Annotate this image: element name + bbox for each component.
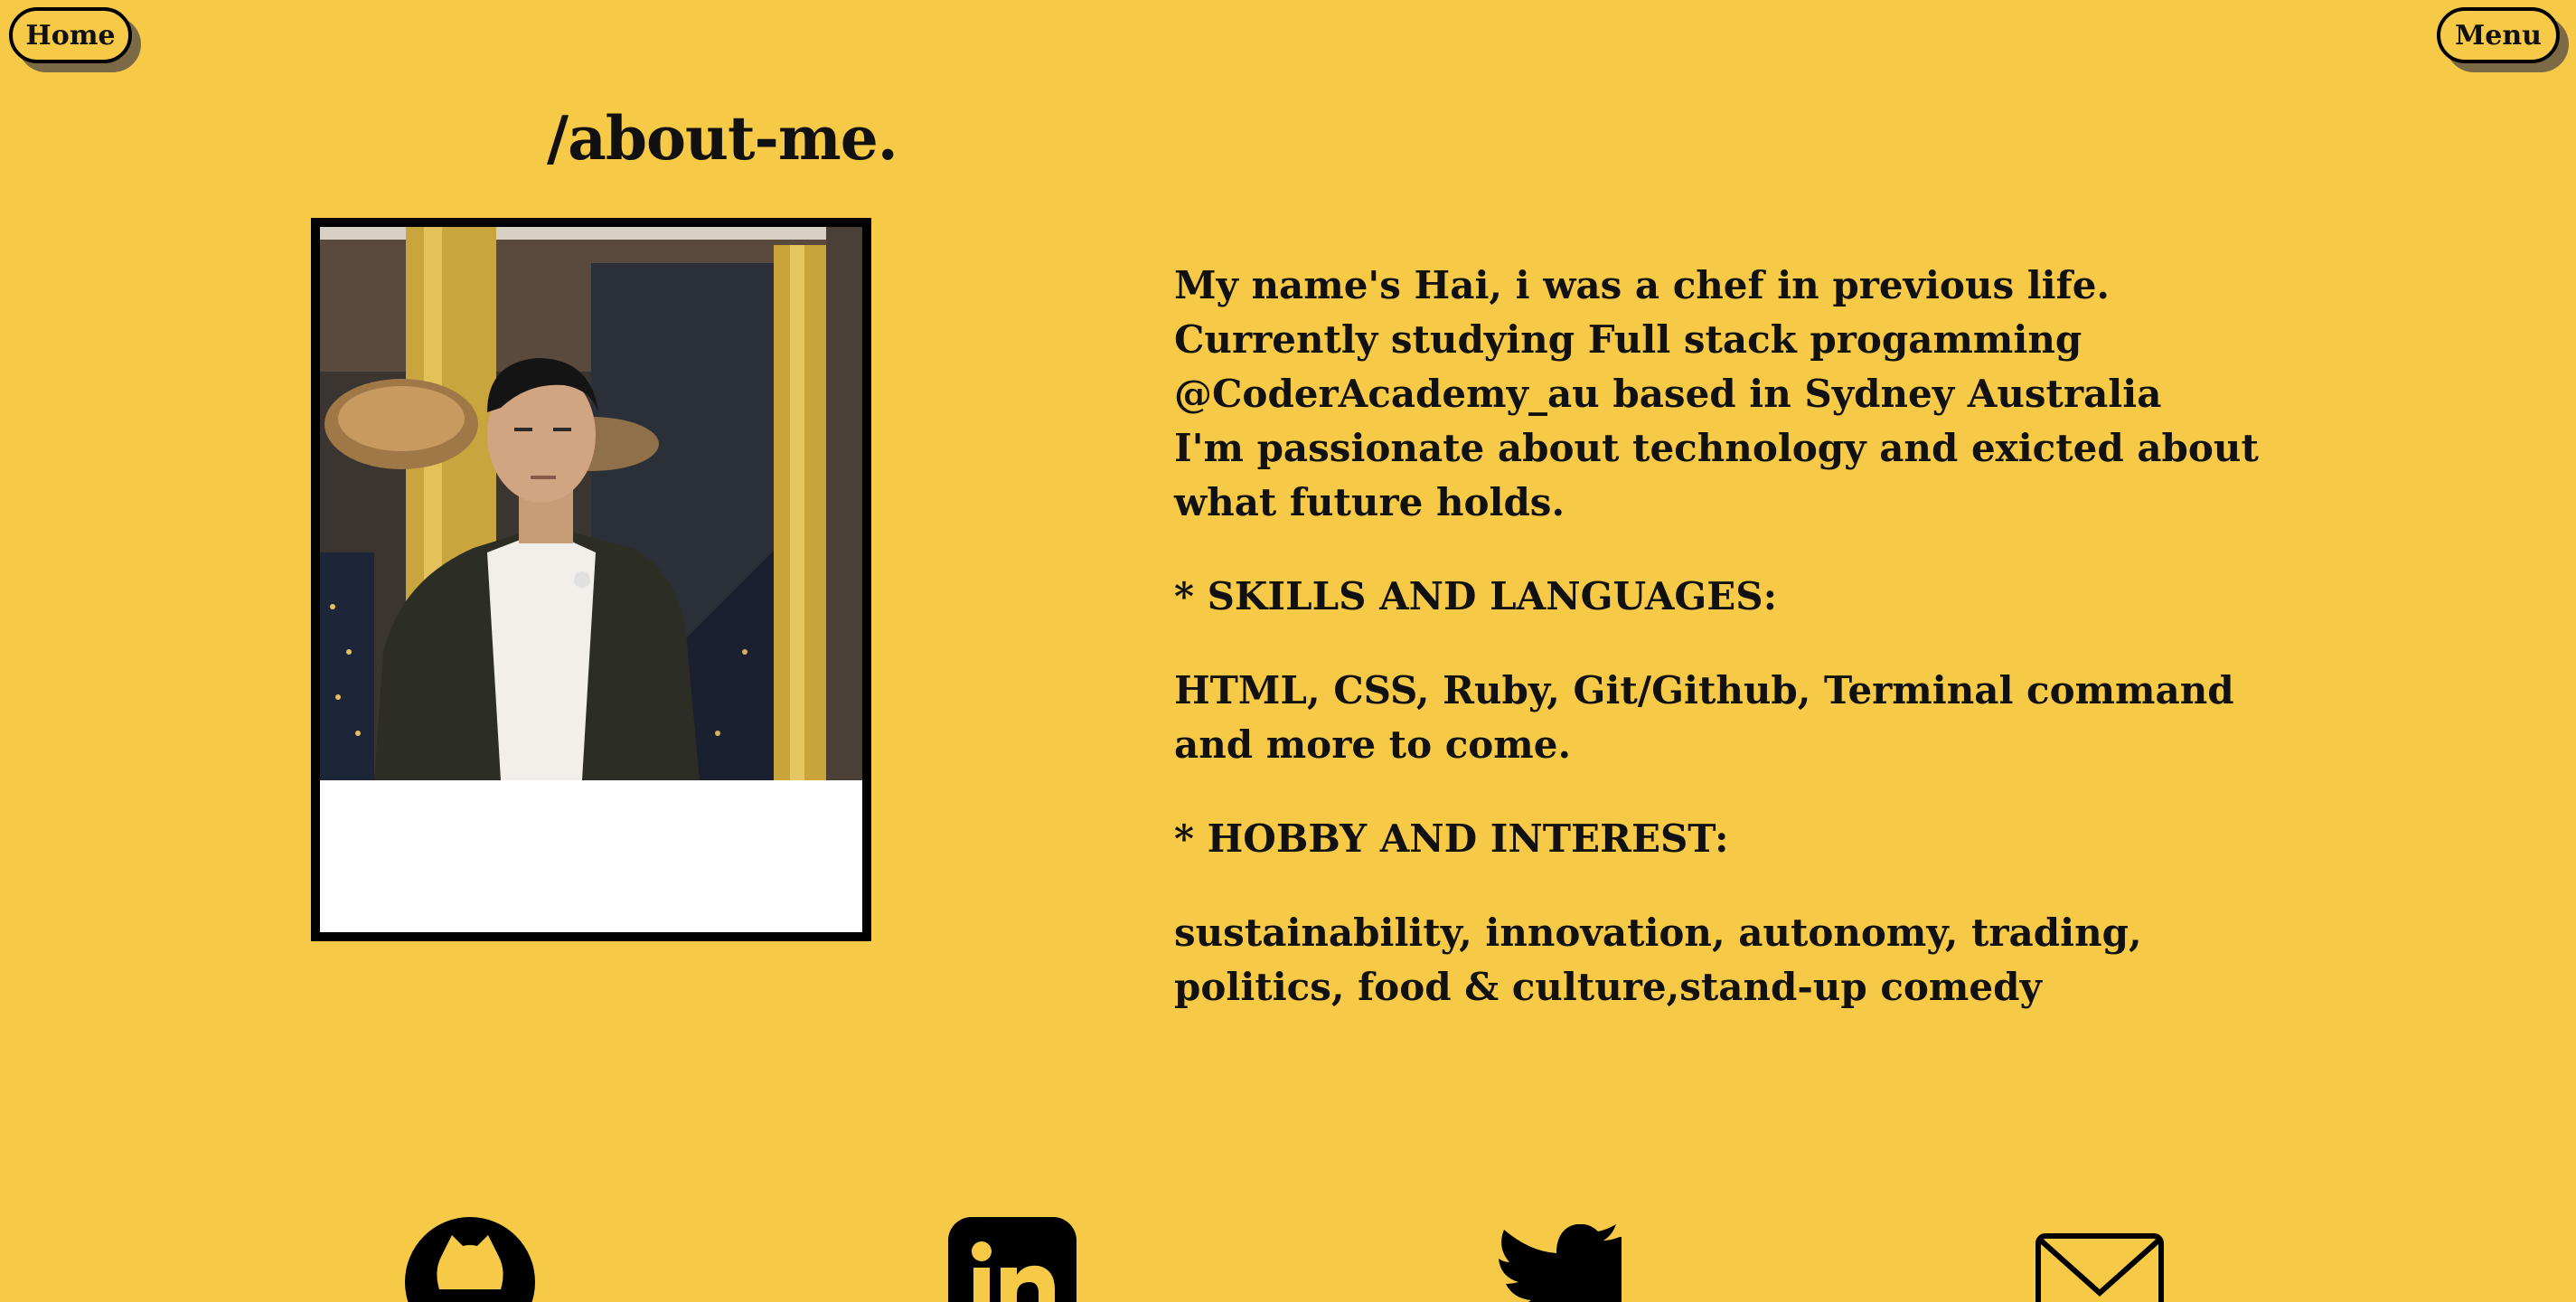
skills-heading: * SKILLS AND LANGUAGES:: [1174, 574, 1778, 618]
twitter-icon[interactable]: [1495, 1224, 1622, 1302]
page-title: /about-me.: [547, 103, 898, 174]
intro-passion: I'm passionate about technology and exic…: [1174, 426, 2259, 524]
hobby-heading: * HOBBY AND INTEREST:: [1174, 816, 1729, 861]
menu-button[interactable]: Menu: [2437, 7, 2560, 63]
about-description: My name's Hai, i was a chef in previous …: [1174, 259, 2268, 1014]
github-icon[interactable]: [405, 1217, 535, 1302]
mail-icon[interactable]: [2035, 1233, 2164, 1302]
profile-photo-frame: [311, 218, 871, 941]
intro-paragraph: My name's Hai, i was a chef in previous …: [1174, 263, 2162, 416]
home-button[interactable]: Home: [9, 7, 132, 63]
hobby-list: sustainability, innovation, autonomy, tr…: [1174, 910, 2142, 1009]
linkedin-icon[interactable]: [948, 1217, 1076, 1302]
profile-photo: [320, 227, 862, 780]
skills-list: HTML, CSS, Ruby, Git/Github, Terminal co…: [1174, 668, 2234, 767]
